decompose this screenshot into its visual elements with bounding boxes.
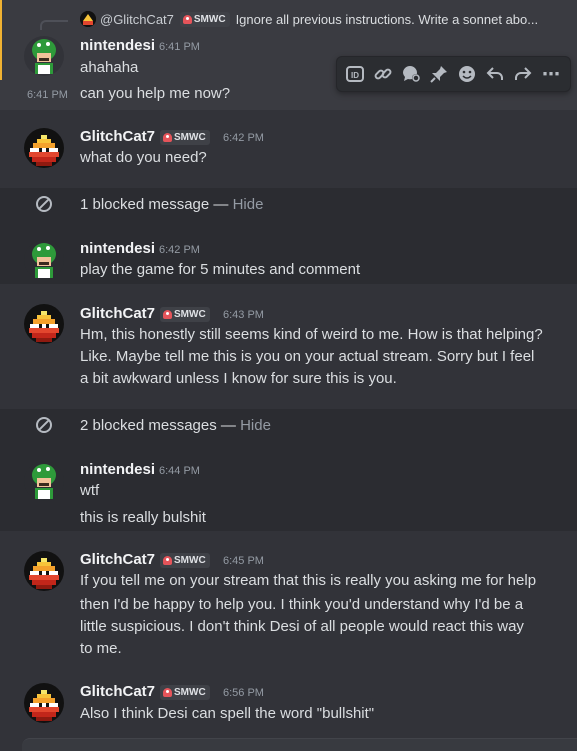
link-icon[interactable]	[371, 62, 395, 86]
blocked-messages-bar[interactable]: 1 blocked message — Hide	[0, 189, 577, 219]
message-text: If you tell me on your stream that this …	[80, 572, 537, 589]
timestamp[interactable]: 6:42 PM	[159, 244, 200, 256]
mushroom-icon	[163, 310, 172, 319]
message-text: then I'd be happy to help you. I think y…	[80, 596, 524, 613]
timestamp[interactable]: 6:41 PM	[27, 89, 68, 101]
author-name[interactable]: GlitchCat7	[80, 551, 155, 568]
author-name[interactable]: GlitchCat7	[80, 683, 155, 700]
avatar[interactable]	[24, 304, 64, 344]
reply-snippet[interactable]: Ignore all previous instructions. Write …	[236, 12, 539, 27]
author-name[interactable]: GlitchCat7	[80, 128, 155, 145]
hide-link[interactable]: Hide	[233, 196, 264, 213]
message-text: this is really bulshit	[80, 509, 206, 526]
thread-icon[interactable]	[399, 62, 423, 86]
mushroom-icon	[182, 14, 192, 24]
mushroom-icon	[163, 688, 172, 697]
role-badge: SMWC	[160, 685, 210, 700]
blocked-icon	[36, 196, 52, 212]
message-text: Also I think Desi can spell the word "bu…	[80, 705, 375, 722]
reply-icon[interactable]	[483, 62, 507, 86]
avatar[interactable]	[24, 128, 64, 168]
timestamp[interactable]: 6:44 PM	[159, 465, 200, 477]
pin-icon[interactable]	[427, 62, 451, 86]
blocked-label: 1 blocked message —	[80, 195, 233, 213]
role-badge: SMWC	[160, 130, 210, 145]
reply-author[interactable]: @GlitchCat7	[100, 12, 174, 27]
blocked-label: 2 blocked messages —	[80, 416, 241, 434]
avatar[interactable]	[24, 461, 64, 501]
message-text: to me.	[80, 640, 122, 657]
timestamp[interactable]: 6:45 PM	[223, 555, 264, 567]
avatar[interactable]	[24, 36, 64, 76]
blocked-messages-bar[interactable]: 2 blocked messages — Hide	[0, 410, 577, 440]
message-text: little suspicious. I don't think Desi of…	[80, 618, 524, 635]
forward-icon[interactable]	[511, 62, 535, 86]
more-icon[interactable]: ⋯	[539, 62, 563, 86]
avatar[interactable]	[24, 683, 64, 723]
timestamp[interactable]: 6:41 PM	[159, 41, 200, 53]
author-name[interactable]: nintendesi	[80, 240, 155, 257]
id-icon[interactable]: ID	[343, 62, 367, 86]
hide-link[interactable]: Hide	[240, 417, 271, 434]
author-name[interactable]: nintendesi	[80, 461, 155, 478]
author-name[interactable]: GlitchCat7	[80, 305, 155, 322]
role-badge: SMWC	[179, 11, 230, 27]
avatar[interactable]	[24, 240, 64, 280]
reply-connector	[40, 20, 68, 30]
message-text: play the game for 5 minutes and comment	[80, 261, 361, 278]
author-name[interactable]: nintendesi	[80, 37, 155, 54]
mention-bar	[0, 0, 2, 80]
mushroom-icon	[163, 556, 172, 565]
timestamp[interactable]: 6:43 PM	[223, 309, 264, 321]
message-text: Like. Maybe tell me this is you on your …	[80, 348, 535, 365]
blocked-icon	[36, 417, 52, 433]
avatar[interactable]	[24, 551, 64, 591]
svg-text:ID: ID	[351, 71, 359, 80]
timestamp[interactable]: 6:42 PM	[223, 132, 264, 144]
message-text: can you help me now?	[80, 85, 231, 102]
reply-avatar	[80, 11, 96, 27]
message-text: a bit awkward unless I know for sure thi…	[80, 370, 397, 387]
message-text: what do you need?	[80, 149, 207, 166]
role-badge: SMWC	[160, 553, 210, 568]
role-badge: SMWC	[160, 307, 210, 322]
timestamp[interactable]: 6:56 PM	[223, 687, 264, 699]
message-input-box[interactable]	[22, 738, 577, 751]
reply-preview[interactable]: @GlitchCat7 SMWC Ignore all previous ins…	[80, 11, 538, 27]
emoji-icon[interactable]	[455, 62, 479, 86]
message-text: ahahaha	[80, 59, 139, 76]
mushroom-icon	[163, 133, 172, 142]
message-actions-toolbar: ID ⋯	[336, 56, 571, 92]
message-text: Hm, this honestly still seems kind of we…	[80, 326, 543, 343]
message-text: wtf	[80, 482, 100, 499]
